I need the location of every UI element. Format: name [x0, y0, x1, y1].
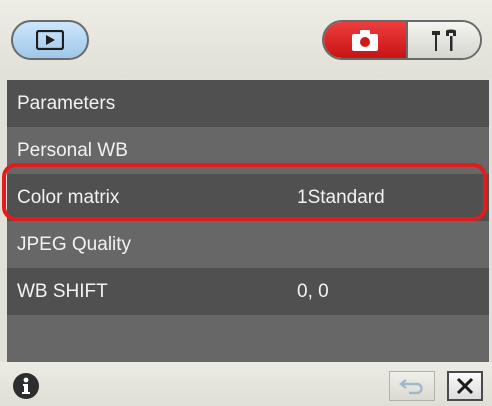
tools-icon [432, 29, 456, 51]
camera-icon [352, 30, 378, 51]
menu-row-color-matrix[interactable]: Color matrix 1Standard [7, 174, 489, 221]
close-icon [456, 377, 474, 395]
menu-row-label: Personal WB [17, 140, 128, 161]
mode-switch [322, 20, 482, 60]
shooting-mode-tab[interactable] [324, 22, 406, 58]
back-icon [399, 379, 423, 395]
menu-row-wb-shift[interactable]: WB SHIFT 0, 0 [7, 268, 489, 315]
menu-row-jpeg-quality[interactable]: JPEG Quality [7, 221, 489, 268]
bottom-toolbar [0, 362, 492, 406]
menu-row-value: 0, 0 [297, 281, 329, 302]
top-toolbar [0, 0, 492, 78]
setup-mode-tab[interactable] [406, 22, 480, 58]
playback-button[interactable] [11, 20, 89, 60]
back-button[interactable] [389, 371, 435, 401]
menu-row-personal-wb[interactable]: Personal WB [7, 127, 489, 174]
menu-row-label: WB SHIFT [17, 281, 108, 302]
menu-row-label: Color matrix [17, 187, 120, 208]
settings-list: Parameters Personal WB Color matrix 1Sta… [7, 80, 489, 362]
menu-row-parameters[interactable]: Parameters [7, 80, 489, 127]
playback-icon [36, 30, 64, 50]
menu-row-empty [7, 315, 489, 362]
menu-row-label: Parameters [17, 93, 116, 114]
info-button[interactable] [13, 373, 39, 399]
close-button[interactable] [447, 371, 483, 401]
menu-row-label: JPEG Quality [17, 234, 132, 255]
info-icon [22, 377, 30, 394]
menu-row-value: 1Standard [297, 187, 385, 208]
